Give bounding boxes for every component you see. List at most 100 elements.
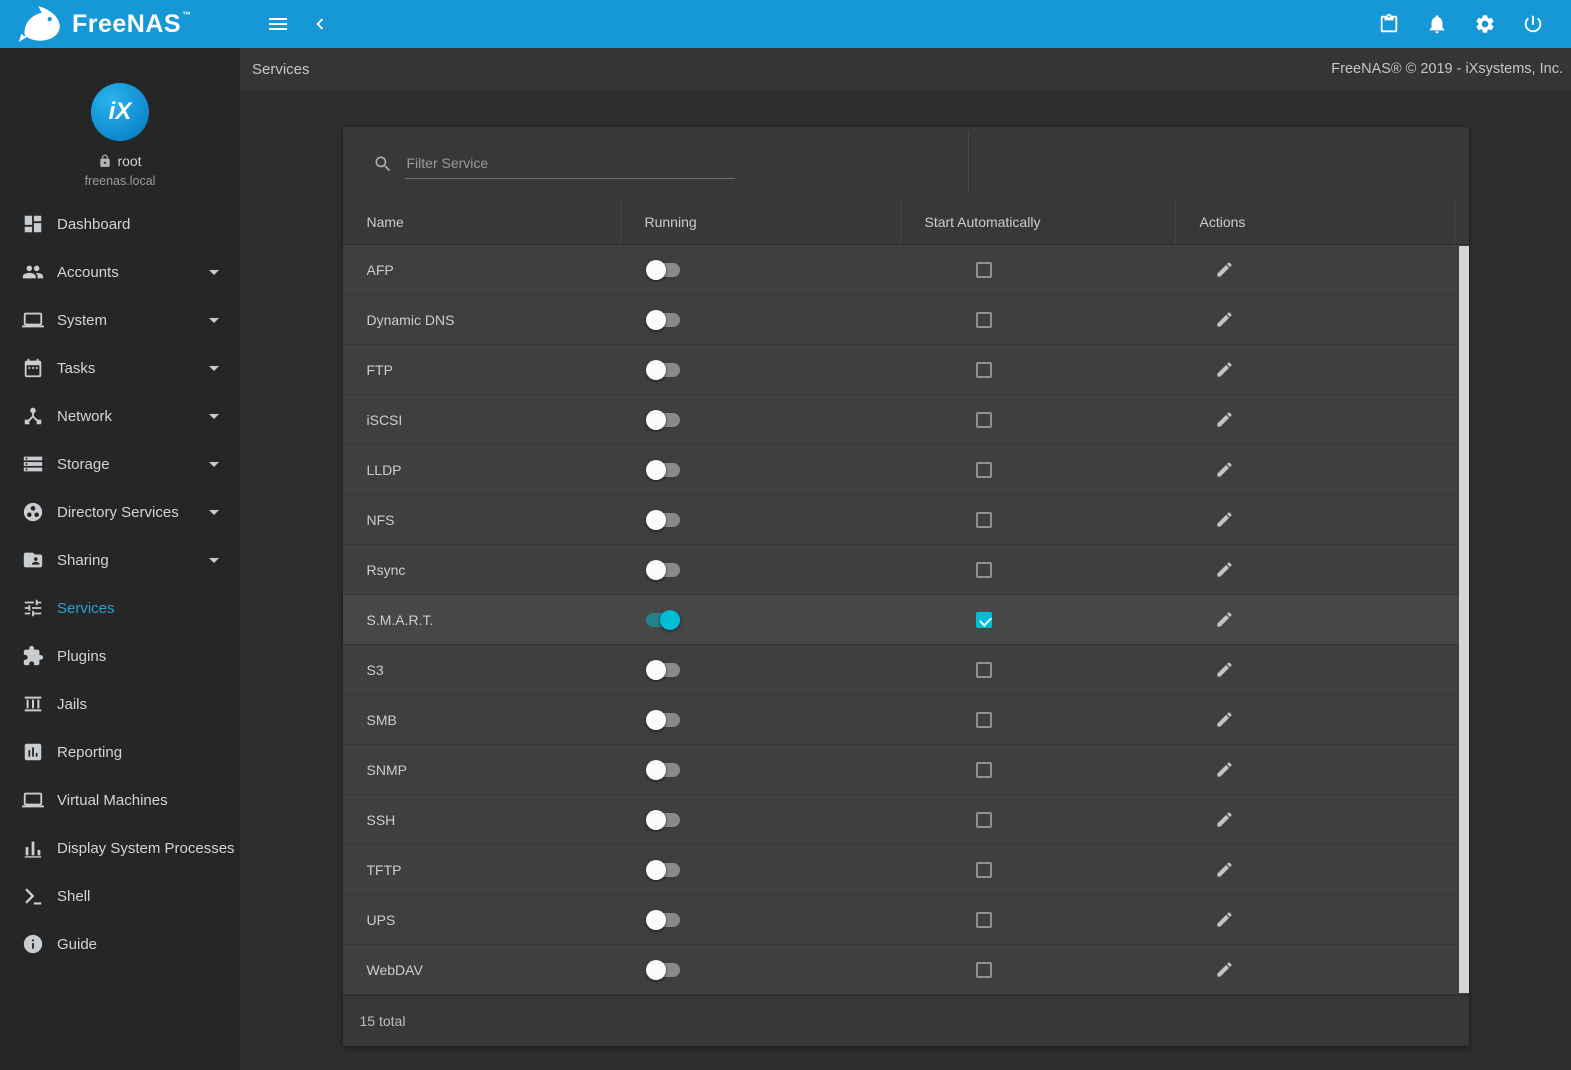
running-cell — [621, 545, 901, 594]
topbar: FreeNAS™ — [0, 0, 1571, 48]
edit-icon — [1215, 960, 1234, 979]
sidebar-item-shell[interactable]: Shell — [0, 872, 240, 920]
filter-service-input[interactable] — [404, 148, 735, 179]
start-automatically-cell — [901, 345, 1176, 394]
column-header-name: Name — [343, 200, 621, 244]
sidebar-item-services[interactable]: Services — [0, 584, 240, 632]
running-toggle[interactable] — [645, 959, 680, 980]
sidebar-item-reporting[interactable]: Reporting — [0, 728, 240, 776]
start-auto-checkbox[interactable] — [975, 261, 992, 278]
edit-button[interactable] — [1215, 960, 1234, 979]
running-toggle[interactable] — [645, 559, 680, 580]
running-toggle[interactable] — [645, 259, 680, 280]
sidebar-item-label: Shell — [57, 887, 91, 905]
start-auto-checkbox[interactable] — [975, 911, 992, 928]
edit-button[interactable] — [1215, 310, 1234, 329]
info-icon — [22, 933, 44, 955]
start-auto-checkbox[interactable] — [975, 761, 992, 778]
running-toggle[interactable] — [645, 659, 680, 680]
sidebar-item-network[interactable]: Network — [0, 392, 240, 440]
running-toggle[interactable] — [645, 459, 680, 480]
running-toggle[interactable] — [645, 309, 680, 330]
running-toggle[interactable] — [645, 609, 680, 630]
edit-button[interactable] — [1215, 660, 1234, 679]
tasks-button[interactable] — [1369, 4, 1409, 44]
actions-cell — [1176, 945, 1469, 994]
edit-button[interactable] — [1215, 360, 1234, 379]
start-auto-checkbox[interactable] — [975, 511, 992, 528]
toggle-knob — [645, 409, 666, 430]
start-auto-checkbox[interactable] — [975, 461, 992, 478]
sidebar-item-system[interactable]: System — [0, 296, 240, 344]
start-auto-checkbox[interactable] — [975, 361, 992, 378]
power-icon — [1522, 13, 1544, 35]
start-auto-checkbox[interactable] — [975, 561, 992, 578]
edit-button[interactable] — [1215, 860, 1234, 879]
sidebar-item-accounts[interactable]: Accounts — [0, 248, 240, 296]
edit-button[interactable] — [1215, 410, 1234, 429]
actions-cell — [1176, 495, 1469, 544]
start-auto-checkbox[interactable] — [975, 711, 992, 728]
sidebar-item-jails[interactable]: Jails — [0, 680, 240, 728]
running-cell — [621, 945, 901, 994]
running-toggle[interactable] — [645, 909, 680, 930]
sidebar-item-virtual-machines[interactable]: Virtual Machines — [0, 776, 240, 824]
sidebar-item-tasks[interactable]: Tasks — [0, 344, 240, 392]
start-auto-checkbox[interactable] — [975, 811, 992, 828]
start-auto-checkbox[interactable] — [975, 661, 992, 678]
sidebar-item-plugins[interactable]: Plugins — [0, 632, 240, 680]
actions-cell — [1176, 445, 1469, 494]
table-row: Rsync — [342, 545, 1469, 595]
edit-button[interactable] — [1215, 810, 1234, 829]
power-button[interactable] — [1513, 4, 1553, 44]
edit-button[interactable] — [1215, 260, 1234, 279]
vertical-scrollbar[interactable] — [1458, 246, 1469, 993]
running-toggle[interactable] — [645, 809, 680, 830]
start-auto-checkbox[interactable] — [975, 311, 992, 328]
sidebar-item-display-system-processes[interactable]: Display System Processes — [0, 824, 240, 872]
edit-icon — [1215, 560, 1234, 579]
notifications-button[interactable] — [1417, 4, 1457, 44]
services-card: Name Running Start Automatically Actions… — [342, 127, 1469, 1046]
running-toggle[interactable] — [645, 509, 680, 530]
start-auto-checkbox[interactable] — [975, 861, 992, 878]
edit-button[interactable] — [1215, 510, 1234, 529]
table-row: FTP — [342, 345, 1469, 395]
sidebar-item-directory-services[interactable]: Directory Services — [0, 488, 240, 536]
sidebar-item-storage[interactable]: Storage — [0, 440, 240, 488]
start-auto-checkbox[interactable] — [975, 961, 992, 978]
column-header-filler — [1455, 200, 1469, 244]
edit-button[interactable] — [1215, 710, 1234, 729]
edit-button[interactable] — [1215, 760, 1234, 779]
edit-button[interactable] — [1215, 560, 1234, 579]
hub-icon — [22, 405, 44, 427]
settings-button[interactable] — [1465, 4, 1505, 44]
foldershared-icon — [22, 549, 44, 571]
sidebar-item-dashboard[interactable]: Dashboard — [0, 200, 240, 248]
actions-cell — [1176, 395, 1469, 444]
chevron-down-icon — [202, 452, 226, 476]
sidebar-item-label: Network — [57, 407, 113, 425]
start-auto-checkbox[interactable] — [975, 411, 992, 428]
start-automatically-cell — [901, 945, 1176, 994]
menu-button[interactable] — [258, 4, 298, 44]
start-auto-checkbox[interactable] — [975, 611, 992, 628]
edit-button[interactable] — [1215, 610, 1234, 629]
back-button[interactable] — [300, 4, 340, 44]
edit-button[interactable] — [1215, 460, 1234, 479]
running-cell — [621, 495, 901, 544]
sidebar-item-guide[interactable]: Guide — [0, 920, 240, 968]
edit-button[interactable] — [1215, 910, 1234, 929]
lock-icon — [98, 154, 112, 168]
running-toggle[interactable] — [645, 709, 680, 730]
avatar-text: iX — [108, 98, 132, 125]
toggle-knob — [645, 859, 666, 880]
running-toggle[interactable] — [645, 859, 680, 880]
running-toggle[interactable] — [645, 759, 680, 780]
sidebar-nav: Dashboard Accounts System Tasks Network … — [0, 200, 240, 968]
copyright-text: FreeNAS® © 2019 - iXsystems, Inc. — [1331, 61, 1563, 77]
running-toggle[interactable] — [645, 359, 680, 380]
start-automatically-cell — [901, 845, 1176, 894]
running-toggle[interactable] — [645, 409, 680, 430]
sidebar-item-sharing[interactable]: Sharing — [0, 536, 240, 584]
